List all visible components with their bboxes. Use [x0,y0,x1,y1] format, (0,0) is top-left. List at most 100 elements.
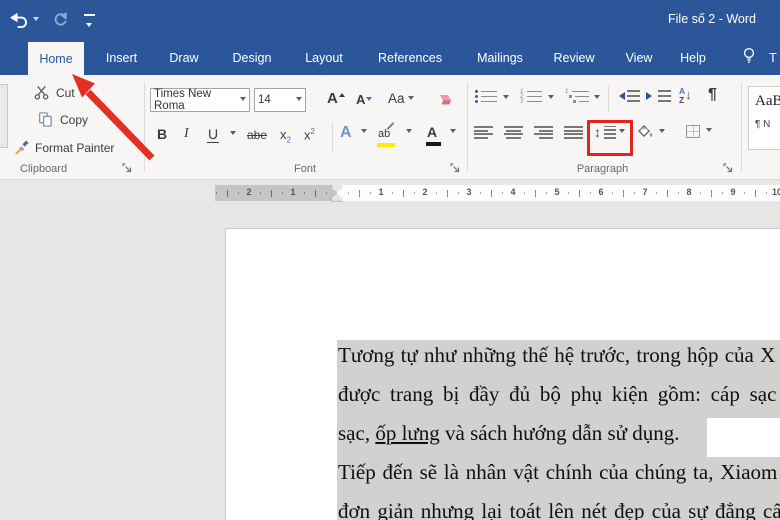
underline-chevron-icon [229,131,236,138]
horizontal-ruler[interactable]: 2 1 1 2 3 4 5 6 7 8 9 10 [215,184,780,207]
underline-button[interactable]: U [207,126,236,144]
tab-help[interactable]: Help [676,40,710,75]
tab-home[interactable]: Home [28,42,84,75]
tab-layout[interactable]: Layout [300,40,348,75]
multilevel-list-button[interactable]: 1 [565,89,589,104]
grow-font-caret-icon [338,90,345,97]
font-name-combo[interactable]: Times New Roma [150,88,250,112]
ruler-number: 1 [290,187,296,197]
change-case-chevron-icon [407,95,414,103]
tell-me-lightbulb-icon[interactable] [742,47,756,64]
font-row-divider [332,122,333,152]
multilevel-chevron-icon[interactable] [594,95,600,102]
document-page[interactable]: Tương tự như những thế hệ trước, trong h… [225,228,780,520]
style-normal-preview[interactable]: AaB ¶ N [748,86,780,150]
highlight-chevron-icon [405,129,412,136]
paragraph-dialog-launcher-icon[interactable] [723,163,733,173]
doc-line-4: Tiếp đến sẽ là nhân vật chính của chúng … [338,460,778,484]
shading-button[interactable] [637,125,665,140]
ruler-number: 4 [510,187,516,197]
align-center-button[interactable] [504,126,523,139]
scissors-icon [34,85,49,100]
font-group-label: Font [293,163,316,175]
align-left-button[interactable] [474,126,493,139]
strikethrough-button[interactable]: abe [247,128,267,142]
clipboard-dialog-launcher-icon[interactable] [122,163,132,173]
ruler-number: 8 [686,187,692,197]
tab-review[interactable]: Review [550,40,598,75]
tab-design[interactable]: Design [228,40,276,75]
redo-button[interactable] [52,11,69,28]
ruler-row: 2 1 1 2 3 4 5 6 7 8 9 10 [0,180,780,207]
justify-button[interactable] [564,126,583,139]
font-name-value: Times New Roma [154,88,212,112]
undo-dropdown-chevron-icon[interactable] [33,17,39,24]
bullet-dot-icon [475,90,478,93]
font-size-combo[interactable]: 14 [254,88,306,112]
borders-grid-icon [686,125,700,138]
paint-bucket-icon [637,125,655,140]
decrease-indent-button[interactable] [615,90,640,102]
show-hide-pilcrow-button[interactable]: ¶ [708,86,717,104]
doc-line-3: sạc, ốp lưng và sách hướng dẫn sử dụng. [338,421,680,445]
indent-left-arrow-icon [615,92,625,100]
borders-button[interactable] [686,125,712,138]
copy-icon [38,112,53,127]
ruler-margin-area [215,185,337,201]
grow-font-button[interactable]: A [327,90,345,107]
ruler-number: 2 [422,187,428,197]
shading-chevron-icon [659,129,665,136]
cut-button[interactable]: Cut [34,85,75,100]
format-painter-label: Format Painter [35,140,115,155]
clear-formatting-eraser-icon[interactable] [436,93,452,107]
ruler-number: 5 [554,187,560,197]
tell-me-label-partial[interactable]: T [766,40,780,75]
font-size-value: 14 [258,94,271,106]
tab-references[interactable]: References [376,40,444,75]
text-effects-chevron-icon [361,129,368,136]
clipboard-group: Cut Copy Format Painter Clipboard [8,82,138,175]
numbering-button[interactable]: 1 2 3 [520,89,542,105]
sort-button[interactable]: A Z ↓ [679,87,692,104]
font-name-chevron-icon [240,96,246,104]
undo-button[interactable] [9,11,28,28]
increase-indent-button[interactable] [646,90,671,102]
tab-view[interactable]: View [621,40,657,75]
style-preview-text: AaB [755,93,780,109]
indent-right-arrow-icon [646,92,656,100]
font-size-chevron-icon [296,96,302,104]
shrink-font-caret-icon [366,97,373,104]
tab-insert[interactable]: Insert [99,40,144,75]
tab-mailings[interactable]: Mailings [468,40,532,75]
tab-draw[interactable]: Draw [162,40,206,75]
numbering-chevron-icon[interactable] [548,95,554,102]
borders-chevron-icon [706,128,712,135]
group-divider [741,82,742,172]
subscript-button[interactable]: x2 [280,127,291,145]
font-color-bar [426,142,441,146]
paste-button-partial[interactable] [0,84,8,148]
text-effects-button[interactable]: A [340,124,368,142]
align-right-button[interactable] [534,126,553,139]
superscript-button[interactable]: x2 [304,127,315,142]
word-window: File số 2 - Word Home Insert Draw Design… [0,0,780,520]
change-case-button[interactable]: Aa [388,91,414,106]
italic-button[interactable]: I [184,126,189,142]
copy-label: Copy [60,112,89,127]
bold-button[interactable]: B [157,126,167,142]
annotation-red-box [587,120,633,156]
customize-quick-access-toolbar-icon[interactable] [84,14,95,36]
ruler-number: 6 [598,187,604,197]
highlight-color-bar [377,143,395,147]
copy-button[interactable]: Copy [38,112,88,127]
format-painter-button[interactable]: Format Painter [14,140,114,155]
doc-line-5: đơn giản nhưng lại toát lên nét đẹp của … [338,499,780,520]
font-color-button[interactable]: A [426,124,456,146]
shrink-font-button[interactable]: A [356,92,373,107]
style-name-partial: ¶ N [755,119,771,130]
bullets-chevron-icon[interactable] [503,95,509,102]
text-highlight-button[interactable]: ab [377,122,412,147]
bullets-button[interactable] [475,89,497,104]
font-dialog-launcher-icon[interactable] [450,163,460,173]
ribbon: Cut Copy Format Painter Clipboard Times … [0,75,780,180]
